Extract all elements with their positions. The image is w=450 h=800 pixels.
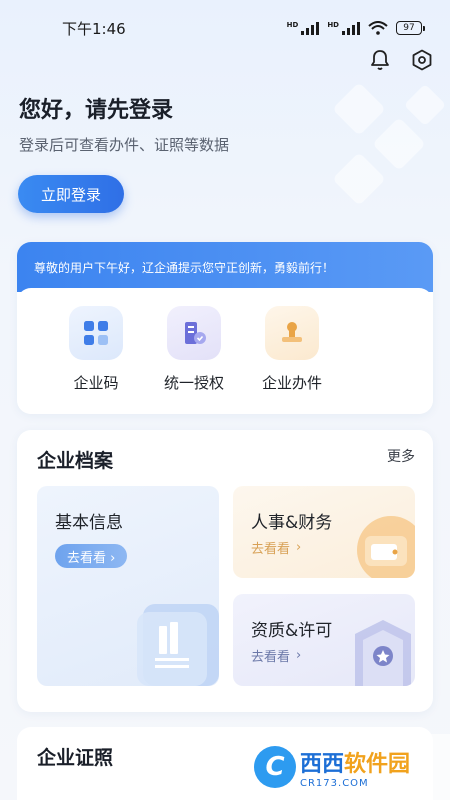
tile-title: 资质&许可 bbox=[251, 621, 333, 641]
bell-icon[interactable] bbox=[368, 48, 392, 72]
quick-item-label: 企业码 bbox=[73, 374, 119, 392]
greeting-banner: 尊敬的用户下午好，辽企通提示您守正创新，勇毅前行！ bbox=[17, 242, 433, 292]
login-button[interactable]: 立即登录 bbox=[18, 175, 124, 213]
section-title: 企业档案 bbox=[37, 450, 114, 472]
tile-title: 人事&财务 bbox=[251, 513, 333, 533]
go-view-link[interactable]: 去看看 › bbox=[251, 538, 301, 557]
tile-hr-finance[interactable]: 人事&财务 去看看 › bbox=[233, 486, 415, 578]
section-title: 企业证照 bbox=[37, 747, 114, 769]
quick-item-label: 企业办件 bbox=[261, 374, 322, 392]
tile-title: 基本信息 bbox=[55, 513, 123, 533]
watermark-text: 西西软件园 CR173.COM bbox=[300, 751, 411, 789]
status-icons: HD HD 97 bbox=[287, 21, 425, 35]
wifi-icon bbox=[368, 21, 388, 35]
status-time: 下午1:46 bbox=[62, 19, 126, 38]
building-shield-icon bbox=[167, 306, 221, 360]
chevron-right-icon: › bbox=[296, 648, 302, 663]
quick-item-enterprise-affairs[interactable]: 企业办件 bbox=[243, 288, 341, 414]
more-link[interactable]: 更多 bbox=[387, 446, 415, 466]
qr-grid-icon bbox=[69, 306, 123, 360]
go-view-link[interactable]: 去看看 › bbox=[251, 646, 301, 665]
signal-icon-2: HD bbox=[327, 21, 360, 35]
certificate-badge-icon bbox=[355, 620, 411, 686]
battery-icon: 97 bbox=[396, 21, 425, 35]
background-decoration bbox=[334, 84, 445, 204]
greeting-title: 您好，请先登录 bbox=[19, 98, 174, 123]
quick-item-unified-auth[interactable]: 统一授权 bbox=[145, 288, 243, 414]
quick-item-enterprise-code[interactable]: 企业码 bbox=[47, 288, 145, 414]
signal-icon: HD bbox=[287, 21, 320, 35]
building-icon bbox=[137, 604, 219, 686]
header-actions bbox=[368, 48, 434, 72]
watermark-logo: C bbox=[254, 746, 296, 788]
chevron-right-icon: › bbox=[296, 540, 302, 555]
watermark: C 西西软件园 CR173.COM bbox=[240, 734, 450, 800]
wallet-icon bbox=[357, 516, 415, 578]
quick-services: 企业码 统一授权 企业办件 bbox=[17, 288, 433, 414]
tile-basic-info[interactable]: 基本信息 去看看 › bbox=[37, 486, 219, 686]
quick-services-card: 尊敬的用户下午好，辽企通提示您守正创新，勇毅前行！ 企业码 统一授权 企业办件 bbox=[17, 242, 433, 414]
quick-item-label: 统一授权 bbox=[163, 374, 224, 392]
go-view-button[interactable]: 去看看 › bbox=[55, 544, 128, 568]
enterprise-archive-card: 企业档案 更多 基本信息 去看看 › 人事&财务 去看看 › 资质&许可 去看看 bbox=[17, 430, 433, 712]
stamp-icon bbox=[265, 306, 319, 360]
tile-qualification-license[interactable]: 资质&许可 去看看 › bbox=[233, 594, 415, 686]
greeting-subtitle: 登录后可查看办件、证照等数据 bbox=[19, 136, 230, 154]
settings-icon[interactable] bbox=[410, 48, 434, 72]
